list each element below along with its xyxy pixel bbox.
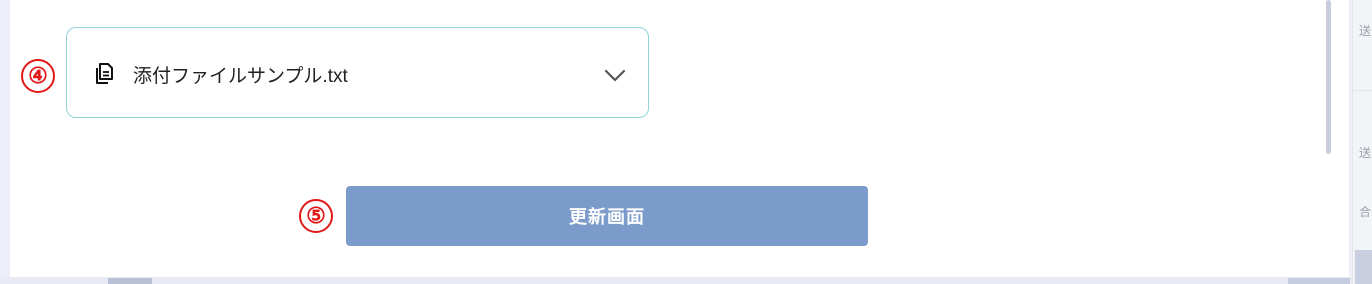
background-text-fragment: 送 <box>1359 24 1371 38</box>
document-copy-icon <box>96 63 113 84</box>
background-text-fragment: 合 <box>1359 205 1371 219</box>
scrollbar[interactable] <box>1321 0 1335 160</box>
attachment-accordion[interactable]: 添付ファイルサンプル.txt <box>66 27 649 118</box>
background-block <box>1355 250 1372 284</box>
background-rule <box>1353 90 1372 91</box>
background-strip <box>0 277 1372 284</box>
update-screen-button[interactable]: 更新画面 <box>346 186 868 246</box>
annotation-marker-4: ④ <box>21 59 55 93</box>
annotation-marker-5: ⑤ <box>299 199 333 233</box>
scrollbar-thumb[interactable] <box>1326 0 1331 154</box>
background-block <box>1288 278 1350 284</box>
chevron-down-icon[interactable] <box>603 68 627 84</box>
background-block <box>108 278 152 284</box>
background-text-fragment: 送 <box>1359 146 1371 160</box>
background-page-edge: 送 送 合 <box>1352 0 1372 284</box>
attachment-filename[interactable]: 添付ファイルサンプル.txt <box>133 65 348 89</box>
